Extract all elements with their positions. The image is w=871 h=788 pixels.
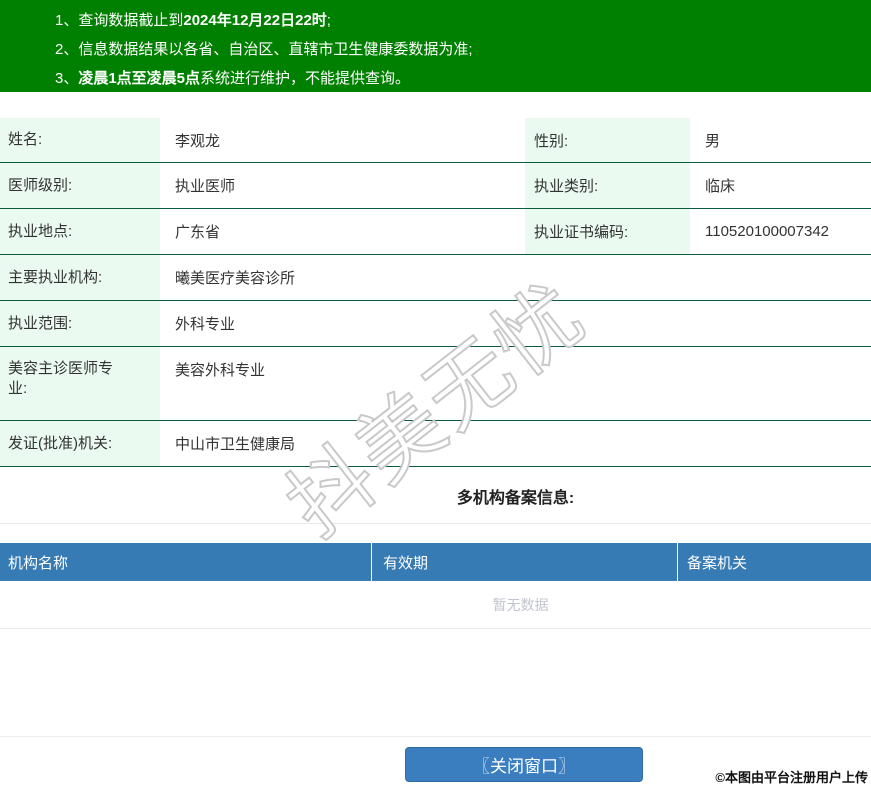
multi-org-table-header: 机构名称 有效期 备案机关: [0, 543, 871, 581]
certificate-number-value: 110520100007342: [705, 223, 830, 240]
practice-category-value: 临床: [705, 178, 736, 195]
notice-1-number: 1、: [55, 12, 79, 29]
close-window-button[interactable]: 〖关闭窗口〗: [405, 747, 643, 782]
column-header-org-name: 机构名称: [0, 543, 372, 581]
notice-banner: 1、查询数据截止到2024年12月22日22时; 2、信息数据结果以各省、自治区…: [0, 0, 871, 92]
certificate-number-label: 执业证书编码:: [525, 209, 690, 254]
main-organization-value: 曦美医疗美容诊所: [175, 270, 296, 287]
table-empty-state: 暂无数据: [0, 581, 871, 629]
practice-scope-label: 执业范围:: [0, 301, 160, 346]
cosmetic-specialty-label: 美容主诊医师专业:: [0, 347, 160, 420]
gender-label: 性别:: [525, 118, 690, 162]
practice-place-value: 广东省: [175, 224, 221, 241]
notice-1-text: 查询数据截止到: [78, 12, 184, 29]
row-name-gender: 姓名: 李观龙 性别: 男: [0, 118, 871, 163]
notice-line-2: 2、信息数据结果以各省、自治区、直辖市卫生健康委数据为准;: [55, 35, 851, 64]
row-level-category: 医师级别: 执业医师 执业类别: 临床: [0, 163, 871, 209]
name-label: 姓名:: [0, 118, 160, 162]
multi-org-section-title: 多机构备案信息:: [456, 490, 575, 507]
row-main-organization: 主要执业机构: 曦美医疗美容诊所: [0, 255, 871, 301]
gender-value: 男: [705, 132, 721, 150]
column-header-filing-authority: 备案机关: [687, 554, 748, 572]
row-cosmetic-specialty: 美容主诊医师专业: 美容外科专业: [0, 347, 871, 421]
multi-org-section: 多机构备案信息:: [0, 467, 871, 524]
practice-category-label: 执业类别:: [525, 163, 690, 208]
issuing-authority-value: 中山市卫生健康局: [175, 436, 296, 453]
notice-3-suffix: 系统进行维护，不能提供查询。: [200, 70, 411, 87]
name-value: 李观龙: [175, 132, 221, 150]
row-place-certificate: 执业地点: 广东省 执业证书编码: 110520100007342: [0, 209, 871, 255]
doctor-level-value: 执业医师: [175, 178, 236, 195]
notice-line-3: 3、凌晨1点至凌晨5点系统进行维护，不能提供查询。: [55, 64, 851, 93]
doctor-info-table: 姓名: 李观龙 性别: 男 医师级别: 执业医师 执业类别: 临床 执业地点: …: [0, 118, 871, 467]
cosmetic-specialty-value: 美容外科专业: [175, 362, 266, 379]
notice-2-text: 信息数据结果以各省、自治区、直辖市卫生健康委数据为准;: [78, 41, 473, 58]
row-issuing-authority: 发证(批准)机关: 中山市卫生健康局: [0, 421, 871, 467]
issuing-authority-label: 发证(批准)机关:: [0, 421, 160, 466]
footer-divider: [0, 736, 871, 737]
practice-place-label: 执业地点:: [0, 209, 160, 254]
row-practice-scope: 执业范围: 外科专业: [0, 301, 871, 347]
notice-line-1: 1、查询数据截止到2024年12月22日22时;: [55, 6, 851, 35]
notice-2-number: 2、: [55, 41, 79, 58]
column-header-valid-period: 有效期: [372, 543, 678, 581]
notice-3-number: 3、: [55, 70, 79, 87]
notice-3-bold-text: 凌晨1点至凌晨5点: [78, 70, 201, 87]
empty-state-text: 暂无数据: [492, 596, 549, 613]
practice-scope-value: 外科专业: [175, 316, 236, 333]
main-organization-label: 主要执业机构:: [0, 255, 160, 300]
upload-attribution: ©本图由平台注册用户上传: [715, 770, 868, 785]
notice-1-bold-text: 2024年12月22日22时: [183, 12, 327, 29]
doctor-level-label: 医师级别:: [0, 163, 160, 208]
notice-1-suffix: ;: [326, 12, 331, 29]
